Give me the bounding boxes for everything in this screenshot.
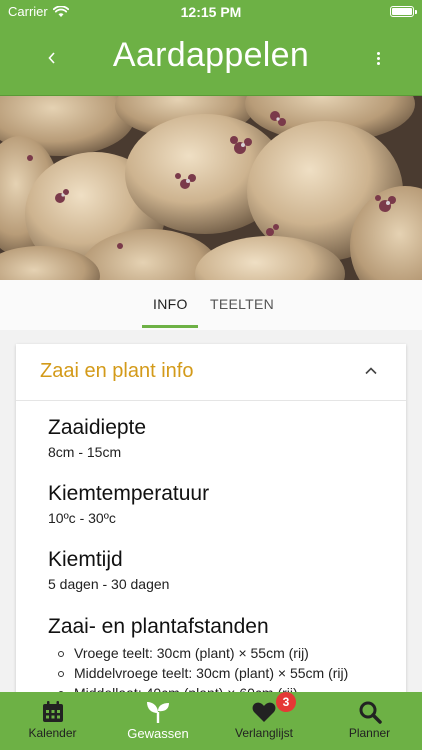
tab-bar: INFO TEELTEN — [0, 280, 422, 330]
field-kiemtemperatuur: Kiemtemperatuur 10ºc - 30ºc — [48, 482, 209, 526]
page-title: Aardappelen — [112, 36, 310, 74]
dot-icon — [376, 51, 380, 55]
chevron-up-icon[interactable] — [364, 364, 378, 378]
field-value: 5 dagen - 30 dagen — [48, 576, 170, 592]
nav-label: Verlanglijst — [234, 726, 294, 740]
chevron-left-icon — [48, 52, 55, 64]
nav-item-kalender[interactable]: Kalender — [0, 692, 105, 750]
search-icon — [359, 701, 382, 724]
field-plantafstanden: Zaai- en plantafstanden Vroege teelt: 30… — [48, 615, 348, 703]
card-header[interactable]: Zaai en plant info — [16, 344, 406, 401]
list-item: Vroege teelt: 30cm (plant) × 55cm (rij) — [48, 643, 348, 663]
sprout-icon — [147, 702, 169, 723]
field-value: 8cm - 15cm — [48, 444, 122, 460]
dot-icon — [376, 61, 380, 65]
card-title: Zaai en plant info — [40, 360, 194, 382]
field-kiemtijd: Kiemtijd 5 dagen - 30 dagen — [48, 548, 169, 592]
back-button[interactable] — [38, 44, 66, 72]
list-item: Middelvroege teelt: 30cm (plant) × 55cm … — [48, 663, 348, 683]
nav-item-gewassen[interactable]: Gewassen — [105, 692, 211, 750]
tab-info[interactable]: INFO — [153, 296, 188, 312]
field-label: Kiemtijd — [48, 548, 123, 571]
battery-icon — [390, 6, 417, 17]
potatoes-photo — [0, 96, 422, 280]
nav-item-verlanglijst[interactable]: 3 Verlanglijst — [211, 692, 317, 750]
field-zaaidiepte: Zaaidiepte 8cm - 15cm — [48, 416, 146, 460]
calendar-icon — [42, 701, 63, 722]
nav-label: Kalender — [28, 726, 77, 740]
status-bar: Carrier 12:15 PM — [0, 0, 422, 24]
clock: 12:15 PM — [180, 4, 242, 20]
field-label: Zaaidiepte — [48, 416, 147, 439]
dot-icon — [376, 56, 380, 60]
heart-icon — [252, 702, 276, 722]
nav-label: Gewassen — [127, 726, 189, 741]
nav-label: Planner — [348, 726, 391, 740]
sow-plant-info-card: Zaai en plant info Zaaidiepte 8cm - 15cm… — [16, 344, 406, 704]
field-label: Kiemtemperatuur — [48, 482, 210, 505]
field-value: 10ºc - 30ºc — [48, 510, 116, 526]
nav-item-planner[interactable]: Planner — [317, 692, 422, 750]
active-tab-indicator — [142, 325, 198, 328]
top-bar: Carrier 12:15 PM Aardappelen — [0, 0, 422, 96]
more-options-button[interactable] — [364, 44, 392, 72]
tab-teelten[interactable]: TEELTEN — [210, 296, 274, 312]
field-label: Zaai- en plantafstanden — [48, 615, 269, 638]
hero-image — [0, 96, 422, 280]
bottom-navigation: Kalender Gewassen 3 Verlanglijst Planner — [0, 692, 422, 750]
wishlist-count-badge: 3 — [276, 692, 296, 712]
